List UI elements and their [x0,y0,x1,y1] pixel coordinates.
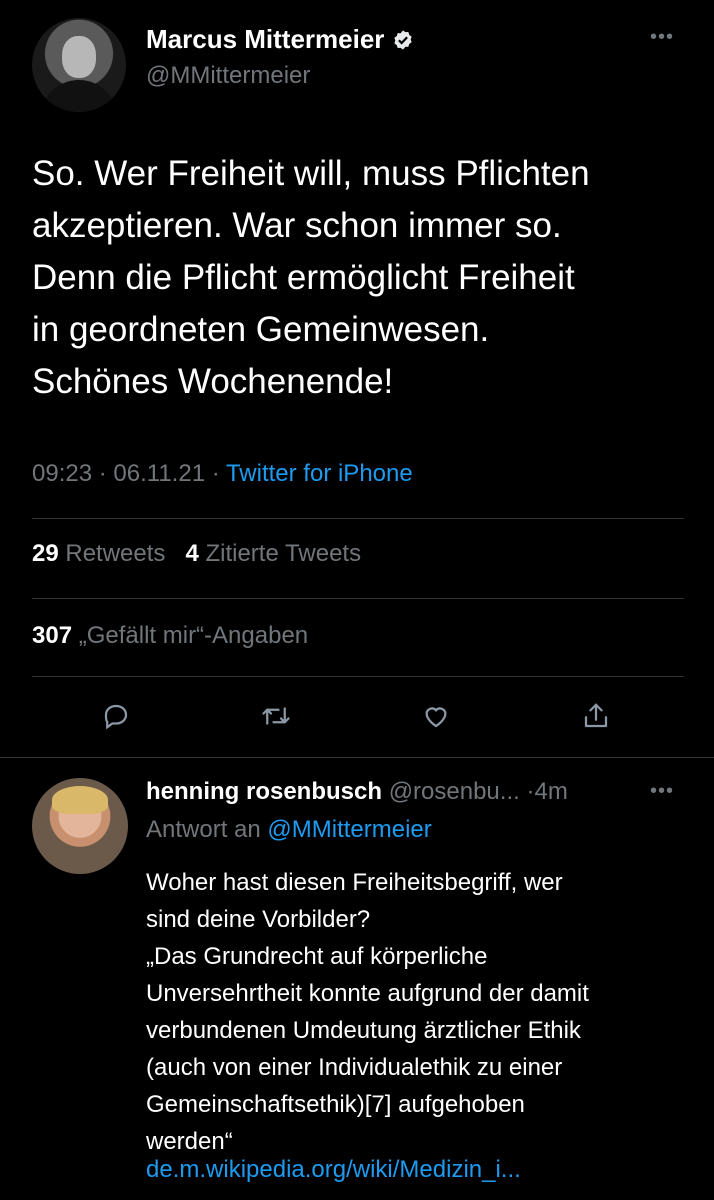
retweet-icon [262,707,290,725]
author-name[interactable]: Marcus Mittermeier [146,24,384,55]
reply-wikipedia-link[interactable]: de.m.wikipedia.org/wiki/Medizin_i... [146,1156,521,1184]
reply-text: Woher hast diesen Freiheitsbegriff, wer … [146,864,694,1160]
reply-header: henning rosenbusch @rosenbu... ·4m [146,778,568,806]
reply-author-handle[interactable]: @rosenbu... [389,778,520,805]
tweet-text-line: Schönes Wochenende! [32,362,394,401]
reply-more-options-button[interactable]: ••• [650,780,674,803]
quotes-link[interactable]: 4 Zitierte Tweets [185,540,361,567]
likes-link[interactable]: 307 „Gefällt mir“-Angaben [32,622,308,650]
retweets-count: 29 [32,540,59,567]
retweet-button[interactable] [256,696,296,736]
author-handle[interactable]: @MMittermeier [146,62,310,90]
reply-author-name[interactable]: henning rosenbusch [146,778,382,805]
reply-button[interactable] [96,696,136,736]
tweet-text: So. Wer Freiheit will, muss Pflichten ak… [32,148,692,408]
author-name-row[interactable]: Marcus Mittermeier [146,24,414,55]
replying-to-prefix: Antwort an [146,816,261,843]
likes-count: 307 [32,622,73,649]
tweet-separator [0,757,714,758]
more-options-button[interactable]: ••• [650,26,674,49]
verified-badge-icon [394,29,413,50]
divider [32,518,684,519]
replying-to-handle[interactable]: @MMittermeier [267,816,431,843]
reply-text-line: Woher hast diesen Freiheitsbegriff, wer [146,869,563,896]
meta-separator: · [211,460,226,487]
likes-label: „Gefällt mir“-Angaben [78,622,309,649]
tweet-text-line: in geordneten Gemeinwesen. [32,310,490,349]
retweet-stats: 29 Retweets 4 Zitierte Tweets [32,540,361,568]
tweet-source-link[interactable]: Twitter for iPhone [226,460,413,487]
reply-age[interactable]: 4m [534,778,567,805]
reply-icon [104,704,128,730]
replying-to: Antwort an @MMittermeier [146,816,432,844]
tweet-time[interactable]: 09:23 [32,460,92,487]
tweet-text-line: akzeptieren. War schon immer so. [32,206,562,245]
tweet-meta: 09:23 · 06.11.21 · Twitter for iPhone [32,460,413,488]
heart-icon [425,707,447,728]
share-button[interactable] [576,696,616,736]
meta-separator: · [98,460,114,487]
reply-text-line: Unversehrtheit konnte aufgrund der damit [146,980,589,1007]
retweets-label: Retweets [65,540,166,567]
quotes-label: Zitierte Tweets [205,540,362,567]
reply-text-line: „Das Grundrecht auf körperliche [146,943,488,970]
reply-text-line: (auch von einer Individualethik zu einer [146,1054,563,1081]
divider [32,676,684,677]
tweet-text-line: Denn die Pflicht ermöglicht Freiheit [32,258,575,297]
share-icon [584,703,608,728]
tweet-date[interactable]: 06.11.21 [113,460,205,487]
action-bar [0,690,714,744]
reply-text-line: verbundenen Umdeutung ärztlicher Ethik [146,1017,581,1044]
reply-text-line: werden“ [146,1128,233,1155]
author-avatar[interactable] [32,18,126,112]
tweet-text-line: So. Wer Freiheit will, muss Pflichten [32,154,590,193]
divider [32,598,684,599]
reply-author-avatar[interactable] [32,778,128,874]
reply-text-line: Gemeinschaftsethik)[7] aufgehoben [146,1091,525,1118]
like-button[interactable] [416,696,456,736]
reply-text-line: sind deine Vorbilder? [146,906,371,933]
quotes-count: 4 [185,540,199,567]
retweets-link[interactable]: 29 Retweets [32,540,165,567]
